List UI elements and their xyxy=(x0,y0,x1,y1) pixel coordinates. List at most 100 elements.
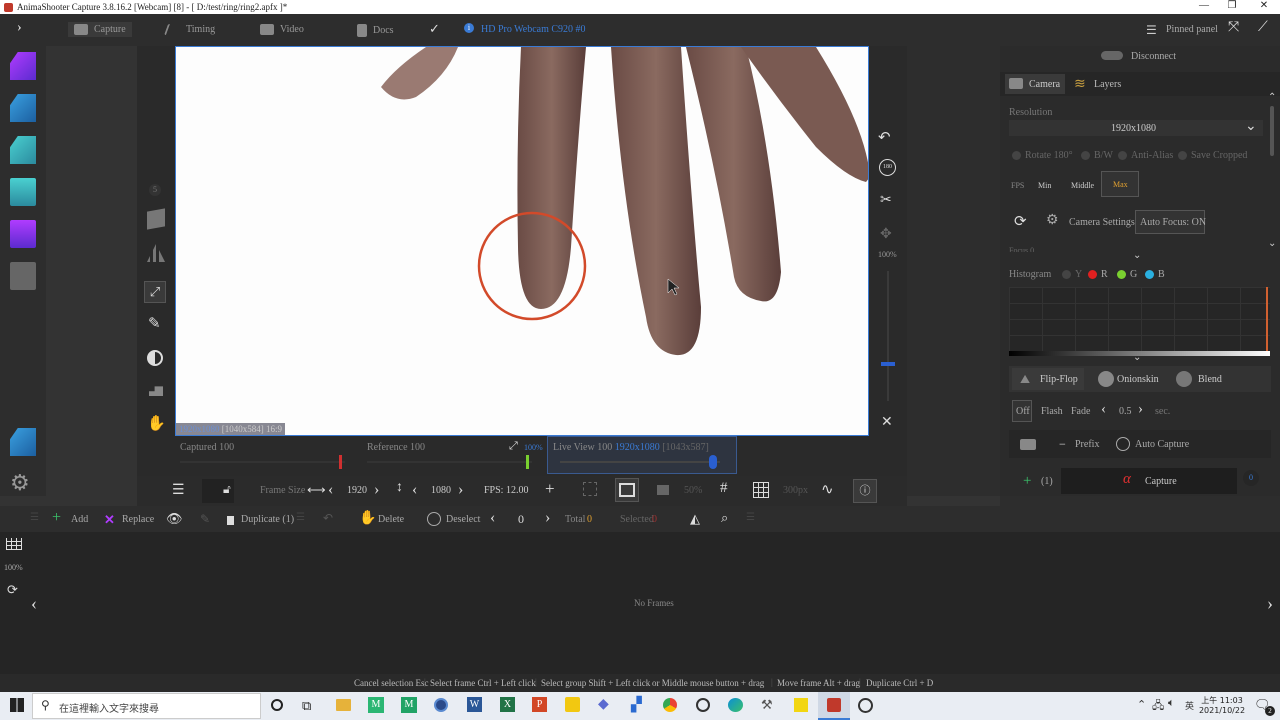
move-icon[interactable]: ✥ xyxy=(880,226,892,243)
width-decrease[interactable]: ‹ xyxy=(328,481,333,499)
option-rotate[interactable]: Rotate 180° xyxy=(1012,150,1073,161)
app-yellow-icon[interactable] xyxy=(565,697,580,712)
pinned-panel-label[interactable]: Pinned panel xyxy=(1166,24,1218,35)
height-increase[interactable]: › xyxy=(458,481,463,499)
tab-flipflop[interactable]: ⛰ Flip-Flop xyxy=(1012,368,1084,390)
expand-icon[interactable]: ⤢ xyxy=(509,440,518,453)
pin-icon[interactable]: ⟋ xyxy=(1258,20,1268,36)
zoom-slider-handle[interactable] xyxy=(881,362,895,366)
rotate-left-icon[interactable]: ↶ xyxy=(878,128,891,147)
lock-icon[interactable]: 🔓︎ xyxy=(223,482,231,497)
rotate-180-icon[interactable]: 180 xyxy=(879,159,896,176)
replace-button[interactable]: Replace xyxy=(122,514,154,525)
plus-icon[interactable]: + xyxy=(1023,473,1031,490)
thumbnails-icon[interactable] xyxy=(6,538,22,550)
tab-layers[interactable]: ≋ Layers xyxy=(1072,74,1132,94)
duplicate-icon[interactable] xyxy=(227,516,234,525)
live-view[interactable]: 1920x1080 [1040x584] 16:9 xyxy=(175,46,869,436)
tray-chevron-icon[interactable]: ⌃ xyxy=(1137,698,1146,711)
cortana-icon[interactable] xyxy=(271,699,283,711)
excel-icon[interactable]: X xyxy=(500,697,515,712)
frame-height[interactable]: 1080 xyxy=(431,485,451,496)
auto-capture-button[interactable]: Auto Capture xyxy=(1135,439,1189,450)
hand-icon[interactable]: ✋ xyxy=(147,414,166,433)
height-decrease[interactable]: ‹ xyxy=(412,481,417,499)
app-m2-icon[interactable]: M xyxy=(401,697,417,713)
disconnect-toggle[interactable] xyxy=(1101,51,1123,60)
zoom-search-icon[interactable]: ⌕ xyxy=(721,510,728,526)
app-blue-circle-icon[interactable] xyxy=(434,698,448,712)
layer-icon[interactable] xyxy=(147,208,165,230)
file-explorer-icon[interactable] xyxy=(336,699,351,711)
maximize-button[interactable]: ❐ xyxy=(1218,0,1246,11)
panel-scrollbar[interactable] xyxy=(1270,106,1274,156)
option-antialias[interactable]: Anti-Alias xyxy=(1118,150,1173,161)
histogram-tool-icon[interactable] xyxy=(147,244,165,262)
tab-camera[interactable]: Camera xyxy=(1005,74,1065,94)
mask-icon[interactable] xyxy=(657,485,669,495)
fade-increase[interactable]: › xyxy=(1138,401,1143,418)
refresh-camera-icon[interactable]: ⟳ xyxy=(1014,212,1027,231)
fade-value[interactable]: 0.5 xyxy=(1119,406,1132,417)
chevron-right-icon[interactable]: › xyxy=(17,20,22,36)
app-m-icon[interactable]: M xyxy=(368,697,384,713)
panel-scroll-down[interactable]: ⌄ xyxy=(1268,238,1276,249)
expand-down-icon-2[interactable]: ⌄ xyxy=(1133,352,1141,363)
reference-slider[interactable] xyxy=(367,461,532,463)
camera-snapshot-icon[interactable] xyxy=(1020,439,1036,450)
fps-max-button[interactable]: Max xyxy=(1101,171,1139,197)
deselect-button[interactable]: Deselect xyxy=(446,514,480,525)
steps-icon[interactable] xyxy=(149,386,163,396)
fps-middle-button[interactable]: Middle xyxy=(1071,181,1094,190)
deselect-icon[interactable] xyxy=(427,512,441,526)
word-icon[interactable]: W xyxy=(467,697,482,712)
task-view-icon[interactable]: ⧉ xyxy=(302,698,311,714)
live-view-slider-handle[interactable] xyxy=(709,455,717,469)
option-save-cropped[interactable]: Save Cropped xyxy=(1178,150,1247,161)
histogram-g[interactable]: G xyxy=(1117,269,1137,280)
layers-stack-icon[interactable] xyxy=(10,262,36,290)
delete-button[interactable]: Delete xyxy=(378,514,404,525)
app-circle-icon[interactable] xyxy=(696,698,710,712)
grid-icon[interactable] xyxy=(753,482,769,498)
mirror-icon[interactable]: ◭ xyxy=(690,511,700,527)
option-bw[interactable]: B/W xyxy=(1081,150,1113,161)
captured-slider-handle[interactable] xyxy=(339,455,342,469)
add-icon[interactable]: + xyxy=(52,509,61,527)
reference-slider-handle[interactable] xyxy=(526,455,529,469)
safe-area-icon[interactable] xyxy=(583,482,597,496)
resolution-dropdown[interactable]: 1920x1080 ⌄ xyxy=(1009,119,1263,136)
sliders-icon[interactable]: ☰ xyxy=(172,482,185,499)
checkmark-icon[interactable]: ✓ xyxy=(429,21,440,37)
histogram-b[interactable]: B xyxy=(1145,269,1165,280)
disconnect-label[interactable]: Disconnect xyxy=(1131,51,1176,62)
panel-scroll-up[interactable]: ⌃ xyxy=(1268,92,1276,103)
camera-settings-button[interactable]: Camera Settings xyxy=(1069,217,1135,228)
expand-down-icon[interactable]: ⌄ xyxy=(1133,250,1141,261)
close-window-button[interactable]: ✕ xyxy=(1250,0,1278,11)
transform-icon[interactable]: ⤢ xyxy=(144,281,166,303)
volume-icon[interactable]: 🔈︎ xyxy=(1168,697,1175,710)
chrome-icon[interactable] xyxy=(663,698,677,712)
obs-icon[interactable] xyxy=(858,698,873,713)
tab-timing[interactable]: Timing xyxy=(163,24,215,35)
fps-value[interactable]: FPS: 12.00 xyxy=(484,485,528,496)
tab-onionskin[interactable]: Onionskin xyxy=(1117,374,1159,385)
next-frame-button[interactable]: › xyxy=(545,509,550,527)
recent-project-icon[interactable] xyxy=(10,136,36,164)
capture-button[interactable]: α Capture xyxy=(1061,468,1237,494)
network-icon[interactable]: 🖧︎ xyxy=(1152,697,1164,716)
tab-blend[interactable]: Blend xyxy=(1198,374,1222,385)
replace-icon[interactable]: ✕ xyxy=(104,512,115,528)
histogram-r[interactable]: R xyxy=(1088,269,1108,280)
contrast-icon[interactable] xyxy=(147,350,163,366)
tab-docs[interactable]: Docs xyxy=(357,24,394,37)
gear-icon[interactable]: ⚙ xyxy=(10,470,30,496)
fade-decrease[interactable]: ‹ xyxy=(1101,401,1106,418)
windows-start-icon[interactable] xyxy=(10,698,24,712)
timeline[interactable]: 100% ⟳ ‹ No Frames › xyxy=(0,532,1280,674)
info-button[interactable]: ⓘ xyxy=(853,479,877,503)
animashooter-taskbar-button[interactable] xyxy=(818,692,850,720)
tab-video[interactable]: Video xyxy=(260,24,304,35)
clock[interactable]: 上午 11:03 2021/10/22 xyxy=(1197,695,1247,715)
